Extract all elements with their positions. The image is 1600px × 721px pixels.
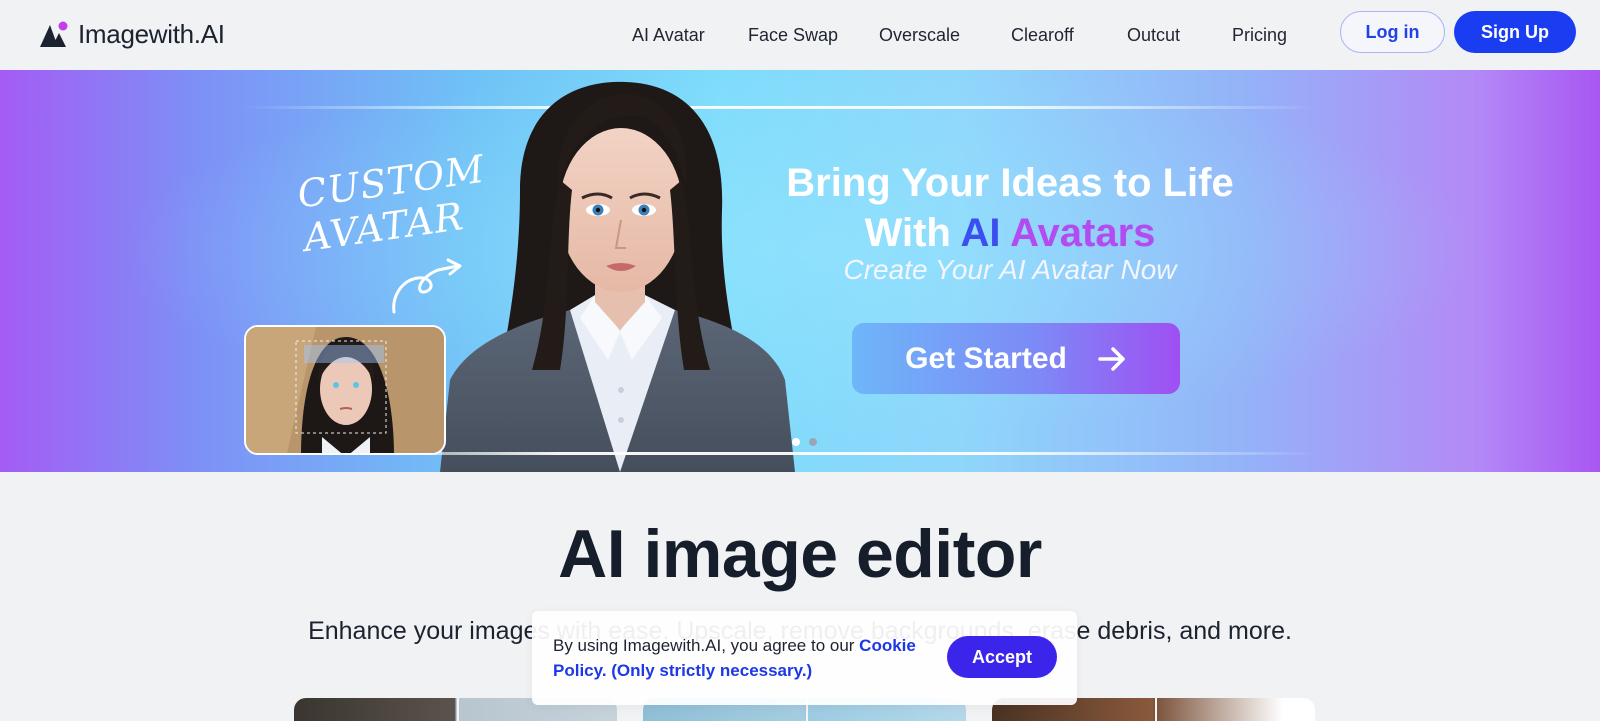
nav-pricing[interactable]: Pricing	[1232, 20, 1287, 50]
hero-title: Bring Your Ideas to Life With AI Avatars	[740, 158, 1280, 258]
hero-banner[interactable]: Custom Avatar	[0, 70, 1600, 472]
comparison-divider	[1155, 698, 1157, 721]
nav-face-swap[interactable]: Face Swap	[748, 20, 838, 50]
cookie-text: By using Imagewith.AI, you agree to our …	[553, 633, 943, 683]
comparison-divider	[457, 698, 459, 721]
nav-clearoff[interactable]: Clearoff	[1011, 20, 1074, 50]
slide-dot-2[interactable]	[809, 438, 817, 446]
hero-title-line1: Bring Your Ideas to Life	[786, 161, 1234, 205]
get-started-button[interactable]: Get Started	[852, 323, 1180, 394]
cookie-message: By using Imagewith.AI, you agree to our	[553, 636, 860, 655]
hero-title-with: With	[864, 211, 961, 255]
slide-dot-1[interactable]	[792, 438, 800, 446]
hero-title-line2: With AI Avatars	[740, 208, 1280, 258]
hero-title-avatars: Avatars	[1010, 211, 1156, 255]
accept-cookies-button[interactable]: Accept	[947, 636, 1057, 678]
signup-button[interactable]: Sign Up	[1454, 11, 1576, 53]
source-photo-thumbnail	[244, 325, 446, 455]
nav-ai-avatar[interactable]: AI Avatar	[632, 20, 705, 50]
login-button[interactable]: Log in	[1340, 11, 1445, 53]
source-photo-image	[246, 327, 444, 453]
arrow-right-icon	[1098, 346, 1125, 371]
hero-subtitle: Create Your AI Avatar Now	[843, 254, 1177, 285]
nav-overscale[interactable]: Overscale	[879, 20, 960, 50]
site-header: Imagewith.AI AI Avatar Face Swap Oversca…	[0, 0, 1600, 70]
cookie-banner: By using Imagewith.AI, you agree to our …	[532, 611, 1077, 705]
page-title: AI image editor	[558, 516, 1042, 592]
get-started-label: Get Started	[905, 341, 1067, 375]
nav-outcut[interactable]: Outcut	[1127, 20, 1180, 50]
hero-title-ai: AI	[960, 211, 1001, 255]
